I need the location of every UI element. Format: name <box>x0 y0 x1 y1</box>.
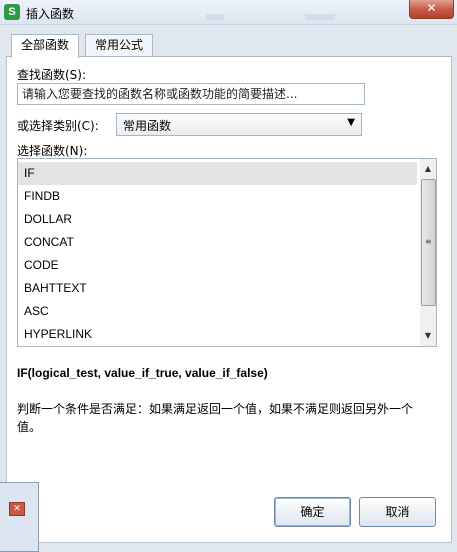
list-item-dollar[interactable]: DOLLAR <box>18 208 417 231</box>
cancel-button[interactable]: 取消 <box>359 497 436 527</box>
window-title: 插入函数 <box>26 7 75 21</box>
list-item-hyperlink[interactable]: HYPERLINK <box>18 323 417 346</box>
scroll-thumb[interactable]: ≡ <box>421 179 436 306</box>
title-bar: S 插入函数 ✕ <box>0 0 457 25</box>
grip-icon: ≡ <box>425 237 432 246</box>
arrow-down-icon[interactable]: ▼ <box>420 328 436 344</box>
chevron-down-icon: ▼ <box>347 117 355 128</box>
tab-all-functions[interactable]: 全部函数 <box>11 34 80 58</box>
arrow-up-icon[interactable]: ▲ <box>420 161 436 177</box>
category-select[interactable]: 常用函数 ▼ <box>116 113 362 136</box>
function-list[interactable]: IF FINDB DOLLAR CONCAT CODE BAHTTEXT ASC… <box>17 158 437 347</box>
list-scrollbar[interactable]: ▲ ≡ ▼ <box>420 159 436 346</box>
background-window: ✕ <box>0 482 39 552</box>
function-description: 判断一个条件是否满足：如果满足返回一个值，如果不满足则返回另外一个值。 <box>17 402 414 434</box>
search-label: 查找函数(S): <box>17 68 87 82</box>
search-input[interactable]: 请输入您要查找的函数名称或函数功能的简要描述... <box>17 83 365 105</box>
tab-common-formulas[interactable]: 常用公式 <box>85 34 154 57</box>
spreadsheet-app-icon: S <box>4 4 20 20</box>
list-item-concat[interactable]: CONCAT <box>18 231 417 254</box>
list-item-asc[interactable]: ASC <box>18 300 417 323</box>
list-item-findb[interactable]: FINDB <box>18 185 417 208</box>
ok-button[interactable]: 确定 <box>274 497 351 527</box>
close-button[interactable]: ✕ <box>409 0 454 19</box>
category-value: 常用函数 <box>123 119 172 133</box>
list-item-if[interactable]: IF <box>18 162 417 185</box>
background-toolbar-bar <box>305 14 335 20</box>
list-item-code[interactable]: CODE <box>18 254 417 277</box>
category-label: 或选择类别(C): <box>17 119 99 133</box>
function-list-label: 选择函数(N): <box>17 144 88 158</box>
list-item-bahttext[interactable]: BAHTTEXT <box>18 277 417 300</box>
function-syntax: IF(logical_test, value_if_true, value_if… <box>17 366 268 380</box>
close-icon[interactable]: ✕ <box>9 502 25 516</box>
background-toolbar-bar <box>206 14 224 20</box>
